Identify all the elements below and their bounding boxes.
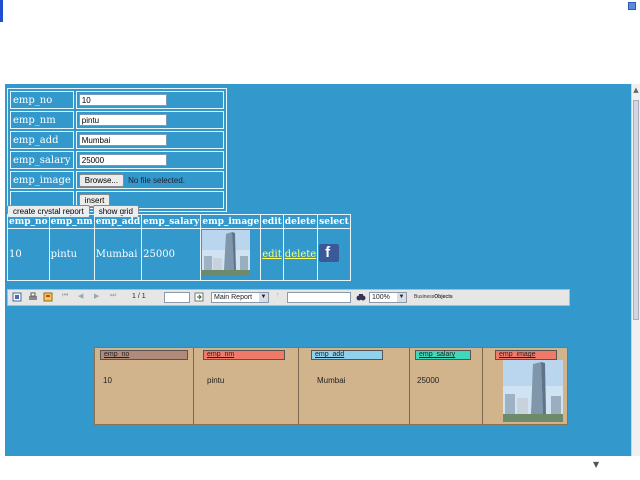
report-divider: [193, 348, 194, 424]
grid-header-row: emp_no emp_nm emp_add emp_salary emp_ima…: [7, 214, 351, 229]
form-row-emp-no: emp_no 10: [10, 91, 224, 109]
print-icon[interactable]: [28, 292, 38, 302]
page-content: emp_no 10 emp_nm pintu emp_add Mumbai em…: [5, 84, 631, 456]
emp-no-input[interactable]: 10: [78, 94, 167, 106]
report-header-emp-add: emp_add: [311, 350, 383, 360]
scroll-down-icon[interactable]: ▼: [593, 460, 599, 469]
chevron-down-icon: ▼: [259, 293, 268, 302]
export-icon[interactable]: [12, 292, 22, 302]
emp-nm-input[interactable]: pintu: [78, 114, 167, 126]
scroll-up-icon[interactable]: ▲: [632, 86, 640, 94]
view-select-value: Main Report: [214, 294, 253, 301]
report-header-emp-no: emp_no: [100, 350, 188, 360]
search-input[interactable]: [287, 292, 351, 303]
crystal-report: emp_no emp_nm emp_add emp_salary emp_ima…: [94, 347, 568, 425]
cell-emp-nm: pintu: [48, 228, 95, 281]
report-header-emp-salary: emp_salary: [415, 350, 471, 360]
grid-header-select: select: [317, 214, 351, 229]
form-row-emp-add: emp_add Mumbai: [10, 131, 224, 149]
table-row: 10 pintu Mumbai 25000 edit delete f: [7, 228, 351, 281]
grid-header-emp-salary: emp_salary: [141, 214, 202, 229]
goto-page-input[interactable]: [164, 292, 190, 303]
report-divider: [482, 348, 483, 424]
browse-button[interactable]: Browse...: [78, 173, 125, 187]
emp-no-label: emp_no: [10, 91, 74, 109]
edit-link[interactable]: edit: [262, 249, 282, 260]
view-select[interactable]: Main Report ▼: [211, 292, 269, 303]
form-row-emp-nm: emp_nm pintu: [10, 111, 224, 129]
file-status-text: No file selected.: [128, 175, 186, 185]
employee-form: emp_no 10 emp_nm pintu emp_add Mumbai em…: [7, 88, 227, 212]
report-divider: [298, 348, 299, 424]
group-tree-icon[interactable]: [43, 292, 53, 302]
report-divider: [409, 348, 410, 424]
browser-bottom-area: ▼: [5, 456, 640, 480]
report-header-emp-image: emp_image: [495, 350, 557, 360]
page-indicator: 1 / 1: [132, 293, 146, 300]
report-viewer-toolbar: ⏮ ◀ ▶ ⏭ 1 / 1 Main Report ▼ ↑ 100% ▼ Bus…: [7, 289, 570, 306]
grid-header-emp-image: emp_image: [200, 214, 262, 229]
emp-salary-label: emp_salary: [10, 151, 74, 169]
form-row-emp-image: emp_image Browse... No file selected.: [10, 171, 224, 189]
cell-emp-image: [200, 228, 262, 281]
binoculars-search-icon[interactable]: [356, 292, 366, 302]
report-building-image: [503, 360, 563, 422]
cell-edit: edit: [260, 228, 284, 281]
emp-add-label: emp_add: [10, 131, 74, 149]
grid-header-delete: delete: [282, 214, 319, 229]
emp-image-label: emp_image: [10, 171, 74, 189]
grid-header-emp-no: emp_no: [7, 214, 50, 229]
report-value-emp-add: Mumbai: [317, 376, 346, 385]
scrollbar-thumb[interactable]: [633, 100, 639, 320]
emp-nm-label: emp_nm: [10, 111, 74, 129]
facebook-icon[interactable]: f: [319, 244, 340, 262]
last-page-icon[interactable]: ⏭: [110, 292, 116, 300]
building-image: [202, 230, 251, 276]
form-row-emp-salary: emp_salary 25000: [10, 151, 224, 169]
vertical-scrollbar[interactable]: ▲: [631, 84, 640, 456]
cell-emp-salary: 25000: [141, 228, 202, 281]
delete-link[interactable]: delete: [285, 249, 316, 260]
window-control-icon[interactable]: [628, 2, 636, 10]
zoom-select[interactable]: 100% ▼: [369, 292, 407, 303]
next-page-icon[interactable]: ▶: [94, 292, 99, 300]
goto-page-icon[interactable]: [194, 292, 204, 302]
cell-select: f: [317, 228, 351, 281]
cell-delete: delete: [282, 228, 319, 281]
report-value-emp-no: 10: [103, 376, 112, 385]
cell-emp-add: Mumbai: [93, 228, 143, 281]
cell-emp-no: 10: [7, 228, 50, 281]
first-page-icon[interactable]: ⏮: [62, 292, 68, 300]
zoom-select-value: 100%: [372, 294, 390, 301]
browser-top-area: [0, 0, 640, 84]
emp-salary-input[interactable]: 25000: [78, 154, 167, 166]
zoom-chevron-down-icon: ▼: [397, 293, 406, 302]
previous-page-icon[interactable]: ◀: [78, 292, 83, 300]
emp-add-input[interactable]: Mumbai: [78, 134, 167, 146]
grid-header-emp-add: emp_add: [93, 214, 143, 229]
report-value-emp-nm: pintu: [207, 376, 225, 385]
report-value-emp-salary: 25000: [417, 376, 440, 385]
window-edge: [0, 0, 3, 22]
up-arrow-icon[interactable]: ↑: [276, 292, 280, 299]
employee-grid: emp_no emp_nm emp_add emp_salary emp_ima…: [7, 214, 351, 281]
report-header-emp-nm: emp_nm: [203, 350, 285, 360]
grid-header-edit: edit: [260, 214, 284, 229]
business-objects-logo: BusinessObjects: [414, 294, 453, 300]
grid-header-emp-nm: emp_nm: [48, 214, 95, 229]
